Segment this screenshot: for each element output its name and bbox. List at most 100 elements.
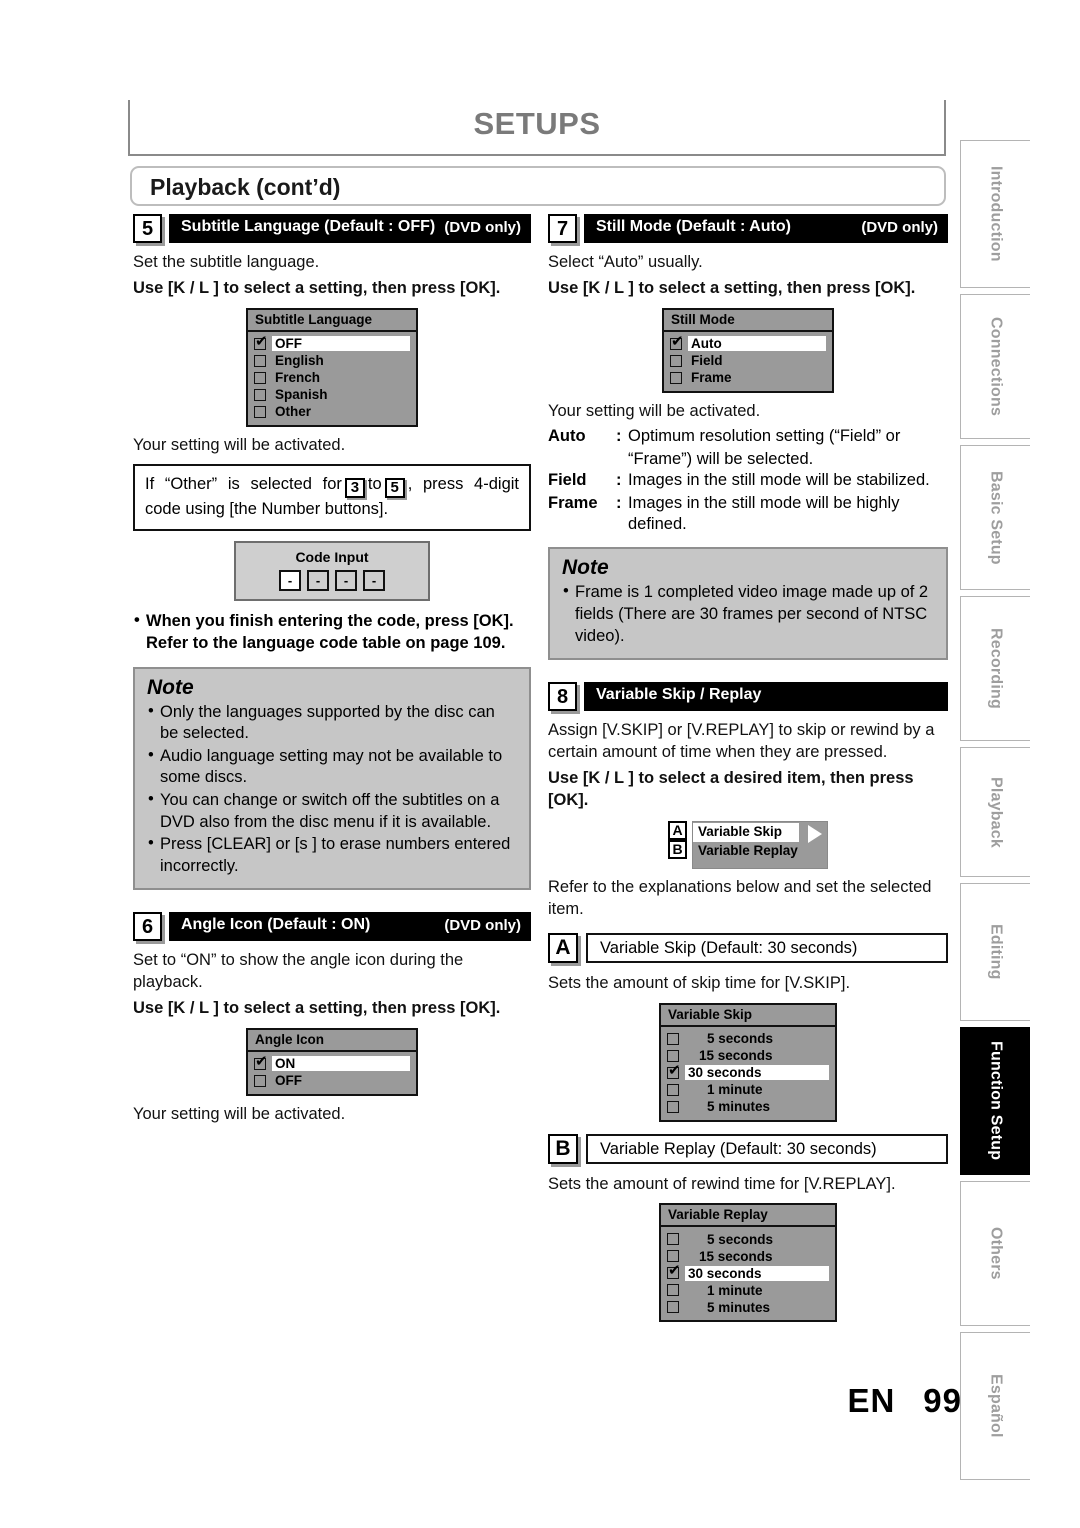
section-header-6: 6 Angle Icon (Default : ON) (DVD only) bbox=[133, 912, 531, 942]
checkbox-icon[interactable] bbox=[254, 371, 266, 384]
menu-option-label: OFF bbox=[275, 1073, 302, 1089]
section-title-bar-5: Subtitle Language (Default : OFF) (DVD o… bbox=[169, 214, 531, 243]
ab-menu-option[interactable]: Variable Replay bbox=[693, 842, 799, 861]
other-code-callout: If “Other” is selected for 3 to 5, press 4-… bbox=[133, 464, 531, 532]
sidebar-tab-editing[interactable]: Editing bbox=[960, 883, 1030, 1021]
note-box-left: Note Only the languages supported by the… bbox=[133, 666, 531, 891]
checkbox-icon[interactable] bbox=[667, 1100, 679, 1113]
code-input-cell[interactable]: - bbox=[307, 570, 329, 592]
sidebar-tab-label: Introduction bbox=[987, 166, 1005, 262]
menu-option-label: 15 seconds bbox=[699, 1248, 773, 1264]
checkbox-icon[interactable] bbox=[667, 1250, 679, 1263]
angle-icon-menu[interactable]: Angle Icon ON OFF bbox=[246, 1027, 418, 1096]
menu-option-label: Auto bbox=[688, 336, 826, 352]
sidebar-tab-espanol[interactable]: Español bbox=[960, 1332, 1030, 1480]
menu-option[interactable]: 5 seconds bbox=[667, 1231, 829, 1247]
menu-option[interactable]: French bbox=[254, 370, 410, 386]
section-title-bar-7: Still Mode (Default : Auto) (DVD only) bbox=[584, 214, 948, 243]
code-input-widget[interactable]: Code Input - - - - bbox=[234, 541, 430, 602]
menu-option[interactable]: 15 seconds bbox=[667, 1248, 829, 1264]
checkbox-icon[interactable] bbox=[254, 1074, 266, 1087]
definition-desc: Optimum resolution setting (“Field” or bbox=[628, 427, 901, 446]
variable-replay-menu[interactable]: Variable Replay 5 seconds 15 seconds 30 … bbox=[659, 1203, 837, 1323]
menu-option[interactable]: 30 seconds bbox=[667, 1063, 829, 1081]
section-badge-7: (DVD only) bbox=[861, 219, 938, 236]
checkbox-icon[interactable] bbox=[667, 1301, 679, 1314]
footer-page-number: 99 bbox=[923, 1382, 962, 1419]
checkbox-icon[interactable] bbox=[254, 388, 266, 401]
checkbox-checked-icon[interactable] bbox=[667, 1063, 681, 1079]
menu-option[interactable]: Frame bbox=[670, 370, 826, 386]
menu-option[interactable]: 1 minute bbox=[667, 1282, 829, 1298]
sidebar-tab-recording[interactable]: Recording bbox=[960, 596, 1030, 741]
checkbox-icon[interactable] bbox=[667, 1233, 679, 1246]
menu-option[interactable]: Other bbox=[254, 404, 410, 420]
note-list: Frame is 1 completed video image made up… bbox=[562, 581, 934, 647]
menu-option[interactable]: OFF bbox=[254, 334, 410, 352]
menu-option-label: Frame bbox=[691, 370, 732, 386]
menu-option[interactable]: 5 minutes bbox=[667, 1099, 829, 1115]
sidebar-tab-playback[interactable]: Playback bbox=[960, 747, 1030, 877]
code-input-cell[interactable]: - bbox=[279, 570, 301, 592]
menu-option-label: 15 seconds bbox=[699, 1048, 773, 1064]
checkbox-checked-icon[interactable] bbox=[254, 1054, 268, 1070]
play-arrow-icon bbox=[808, 825, 822, 844]
checkbox-checked-icon[interactable] bbox=[670, 334, 684, 350]
checkbox-icon[interactable] bbox=[667, 1083, 679, 1096]
checkbox-icon[interactable] bbox=[667, 1032, 679, 1045]
definition-colon: : bbox=[616, 493, 622, 512]
subtitle-language-menu[interactable]: Subtitle Language OFF English French Spa… bbox=[246, 307, 418, 427]
angle-icon-menu-title: Angle Icon bbox=[248, 1029, 416, 1052]
code-input-cell[interactable]: - bbox=[363, 570, 385, 592]
section6-instruction: Use [K / L ] to select a setting, then p… bbox=[133, 999, 501, 1017]
left-column: 5 Subtitle Language (Default : OFF) (DVD… bbox=[133, 214, 531, 1130]
section7-instruction: Use [K / L ] to select a setting, then p… bbox=[548, 278, 916, 297]
checkbox-checked-icon[interactable] bbox=[667, 1263, 681, 1280]
menu-option-label: 1 minute bbox=[707, 1282, 763, 1298]
item-b-desc: Sets the amount of rewind time for [V.RE… bbox=[548, 1174, 896, 1193]
callout-text-before: If “Other” is selected for bbox=[145, 475, 342, 494]
menu-option[interactable]: 30 seconds bbox=[667, 1263, 829, 1281]
checkbox-icon[interactable] bbox=[670, 354, 682, 367]
variable-skip-replay-menu[interactable]: A B Variable Skip Variable Replay bbox=[668, 821, 828, 870]
angle-icon-menu-body: ON OFF bbox=[248, 1052, 416, 1094]
sidebar-tab-label: Español bbox=[987, 1374, 1005, 1438]
checkbox-icon[interactable] bbox=[670, 371, 682, 384]
checkbox-icon[interactable] bbox=[667, 1049, 679, 1062]
sidebar-tab-label: Connections bbox=[987, 316, 1005, 417]
checkbox-icon[interactable] bbox=[254, 405, 266, 418]
checkbox-checked-icon[interactable] bbox=[254, 334, 268, 350]
menu-option[interactable]: 1 minute bbox=[667, 1082, 829, 1098]
sidebar-tab-label: Basic Setup bbox=[987, 470, 1005, 565]
menu-option[interactable]: OFF bbox=[254, 1073, 410, 1089]
menu-option-label: OFF bbox=[272, 336, 410, 352]
menu-option-label: 5 seconds bbox=[707, 1031, 774, 1047]
menu-option[interactable]: English bbox=[254, 353, 410, 369]
menu-option[interactable]: ON bbox=[254, 1054, 410, 1072]
menu-option[interactable]: Field bbox=[670, 353, 826, 369]
sidebar-tab-others[interactable]: Others bbox=[960, 1181, 1030, 1326]
code-input-cell[interactable]: - bbox=[335, 570, 357, 592]
callout-text: If “Other” is selected for 3 to 5, press 4-… bbox=[145, 473, 519, 521]
menu-option[interactable]: 15 seconds bbox=[667, 1048, 829, 1064]
menu-option-label: 1 minute bbox=[707, 1082, 763, 1098]
sidebar-tab-basic-setup[interactable]: Basic Setup bbox=[960, 445, 1030, 590]
sidebar-tab-connections[interactable]: Connections bbox=[960, 294, 1030, 439]
menu-option[interactable]: Auto bbox=[670, 334, 826, 352]
sidebar-tab-introduction[interactable]: Introduction bbox=[960, 140, 1030, 288]
inline-step-badge-5: 5 bbox=[384, 478, 405, 499]
section-label-8: Variable Skip / Replay bbox=[596, 686, 762, 704]
menu-option[interactable]: Spanish bbox=[254, 387, 410, 403]
variable-skip-menu[interactable]: Variable Skip 5 seconds 15 seconds 30 se… bbox=[659, 1002, 837, 1122]
note-item: Only the languages supported by the disc… bbox=[147, 701, 517, 745]
ab-menu-option[interactable]: Variable Skip bbox=[693, 823, 799, 843]
menu-option[interactable]: 5 minutes bbox=[667, 1299, 829, 1315]
checkbox-icon[interactable] bbox=[254, 354, 266, 367]
still-mode-menu[interactable]: Still Mode Auto Field Frame bbox=[662, 307, 834, 393]
definition-row: Auto : Optimum resolution setting (“Fiel… bbox=[548, 426, 948, 447]
ab-badge-b: B bbox=[668, 840, 687, 860]
checkbox-icon[interactable] bbox=[667, 1284, 679, 1297]
menu-option[interactable]: 5 seconds bbox=[667, 1031, 829, 1047]
sidebar-tab-function-setup[interactable]: Function Setup bbox=[960, 1027, 1030, 1175]
footer-language: EN bbox=[847, 1382, 896, 1419]
